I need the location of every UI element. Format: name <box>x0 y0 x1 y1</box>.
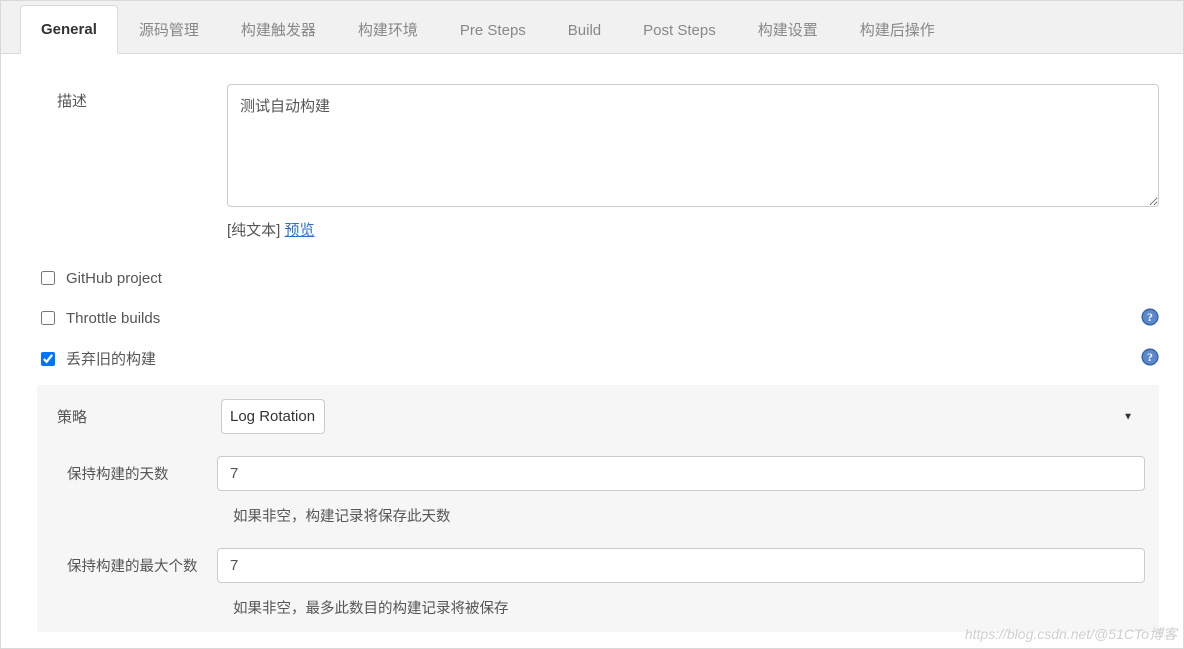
strategy-label: 策略 <box>51 406 221 427</box>
checkbox-throttle-builds[interactable] <box>41 311 55 325</box>
days-to-keep-input[interactable] <box>217 456 1145 491</box>
tab-post-build[interactable]: 构建后操作 <box>839 6 956 54</box>
checkbox-github-project[interactable] <box>41 271 55 285</box>
tab-build[interactable]: Build <box>547 6 622 54</box>
row-github-project: GitHub project <box>37 264 1159 294</box>
row-throttle-builds: Throttle builds ? <box>37 304 1159 334</box>
tab-scm[interactable]: 源码管理 <box>118 6 220 54</box>
description-label: 描述 <box>37 84 227 111</box>
svg-text:?: ? <box>1147 310 1153 324</box>
max-to-keep-input[interactable] <box>217 548 1145 583</box>
description-textarea[interactable] <box>227 84 1159 207</box>
max-to-keep-hint: 如果非空，最多此数目的构建记录将被保存 <box>233 597 1145 618</box>
row-discard-old-builds: 丢弃旧的构建 ? <box>37 344 1159 375</box>
svg-text:?: ? <box>1147 350 1153 364</box>
watermark-text: https://blog.csdn.net/@51CTo博客 <box>965 624 1177 644</box>
help-icon[interactable]: ? <box>1141 348 1159 366</box>
label-throttle-builds: Throttle builds <box>66 310 160 327</box>
tab-post-steps[interactable]: Post Steps <box>622 6 737 54</box>
description-preview-link[interactable]: 预览 <box>285 222 315 239</box>
checkbox-discard-old-builds[interactable] <box>41 352 55 366</box>
label-discard-old-builds: 丢弃旧的构建 <box>66 348 156 369</box>
discard-old-builds-strategy-block: 策略 Log Rotation 保持构建的天数 如果非空，构建记录将保存此天数 … <box>37 385 1159 632</box>
tab-general[interactable]: General <box>20 5 118 54</box>
days-to-keep-hint: 如果非空，构建记录将保存此天数 <box>233 505 1145 526</box>
tab-environment[interactable]: 构建环境 <box>337 6 439 54</box>
days-to-keep-label: 保持构建的天数 <box>51 463 217 484</box>
tab-pre-steps[interactable]: Pre Steps <box>439 6 547 54</box>
config-tabs: General 源码管理 构建触发器 构建环境 Pre Steps Build … <box>1 1 1183 54</box>
tab-triggers[interactable]: 构建触发器 <box>220 6 337 54</box>
help-icon[interactable]: ? <box>1141 308 1159 326</box>
tab-build-settings[interactable]: 构建设置 <box>737 6 839 54</box>
max-to-keep-label: 保持构建的最大个数 <box>51 555 217 576</box>
strategy-select[interactable]: Log Rotation <box>221 399 325 434</box>
description-format: [纯文本] <box>227 222 285 239</box>
general-tab-content: 描述 [纯文本] 预览 GitHub project Throttle buil… <box>1 54 1183 648</box>
label-github-project: GitHub project <box>66 270 162 287</box>
